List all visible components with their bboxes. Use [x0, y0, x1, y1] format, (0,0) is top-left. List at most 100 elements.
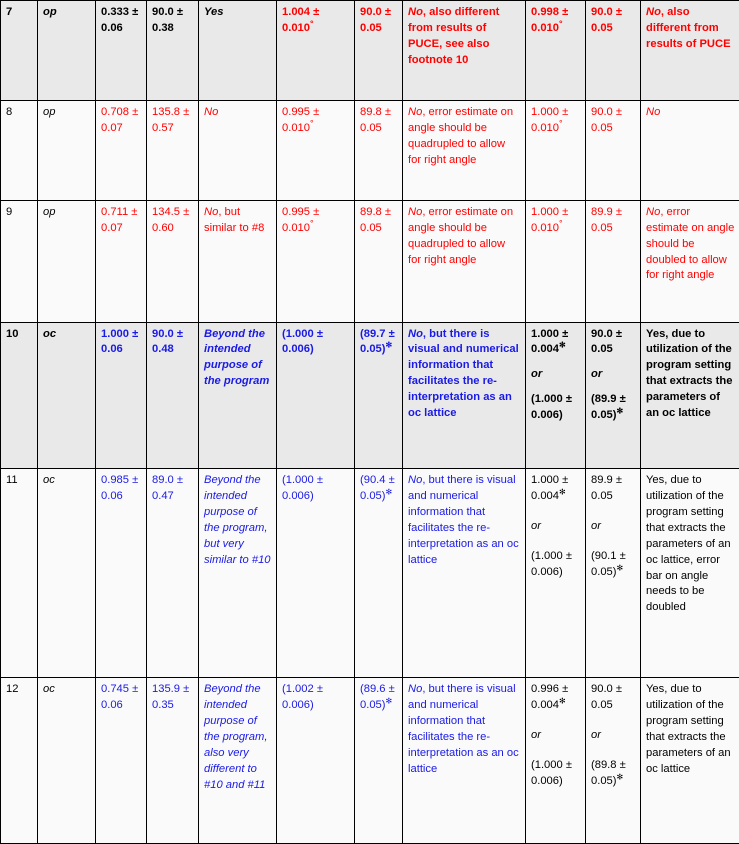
prog2-angle-primary: 89.9 ± 0.05: [591, 474, 623, 503]
table-row: 11 oc 0.985 ± 0.06 89.0 ± 0.47 Beyond th…: [0, 468, 739, 679]
lattice-type-value: oc: [43, 327, 57, 340]
cell-prog2-angle: 90.0 ± 0.05: [585, 99, 641, 201]
table-row: 9 op 0.711 ± 0.07 134.5 ± 0.60 No, but s…: [0, 199, 739, 323]
cell-prog2-angle: 89.9 ± 0.05 or (90.1 ± 0.05)✻: [585, 468, 641, 679]
cell-prog1-comment: No, error estimate on angle should be qu…: [402, 99, 526, 201]
cell-axial-ratio: 0.708 ± 0.07: [95, 99, 147, 201]
prog1-ratio-value: (1.002 ± 0.006): [282, 683, 323, 712]
cell-prog2-comment: Yes, due to utilization of the program s…: [640, 677, 739, 844]
prog2-ratio-or: or: [531, 729, 541, 742]
cell-axial-ratio: 1.000 ± 0.06: [95, 321, 147, 470]
cell-identified: Beyond the intended purpose of the progr…: [198, 468, 277, 679]
axial-ratio-value: 0.745 ± 0.06: [101, 683, 139, 712]
prog1-angle-value: 89.8 ± 0.05: [360, 205, 392, 234]
prog2-ratio-value: 0.998 ± 0.010°: [531, 6, 569, 34]
prog2-comment-rest: , due to utilization of the program sett…: [646, 327, 733, 420]
prog1-comment-rest: , error estimate on angle should be quad…: [408, 205, 514, 266]
cell-angle: 90.0 ± 0.38: [146, 0, 199, 101]
cell-prog1-angle: 89.8 ± 0.05: [354, 199, 403, 323]
cell-row-number: 7: [0, 0, 38, 101]
angle-value: 90.0 ± 0.38: [152, 6, 184, 34]
cell-prog1-ratio: 0.995 ± 0.010°: [276, 199, 355, 323]
cell-prog2-comment: No: [640, 99, 739, 201]
lattice-type-value: oc: [43, 683, 55, 696]
cell-prog1-angle: (89.6 ± 0.05)✻: [354, 677, 403, 844]
prog1-comment-rest: , but there is visual and numerical info…: [408, 474, 519, 566]
comparison-results-table: 7 op 0.333 ± 0.06 90.0 ± 0.38 Yes 1.004 …: [0, 0, 739, 844]
prog1-ratio-value: (1.000 ± 0.006): [282, 474, 323, 503]
prog2-ratio-or: or: [531, 519, 541, 532]
axial-ratio-value: 0.708 ± 0.07: [101, 105, 139, 134]
cell-prog2-comment: No, also different from results of PUCE: [640, 0, 739, 101]
cell-prog2-angle: 90.0 ± 0.05: [585, 0, 641, 101]
cell-angle: 89.0 ± 0.47: [146, 468, 199, 679]
prog1-comment-lead: No: [408, 6, 423, 18]
prog2-comment-lead: No: [646, 105, 661, 118]
row-number-value: 10: [6, 327, 19, 340]
prog2-ratio-primary: 0.996 ± 0.004✻: [531, 683, 569, 712]
identified-value: Beyond the intended purpose of the progr…: [204, 327, 270, 388]
cell-identified: Beyond the intended purpose of the progr…: [198, 677, 277, 844]
cell-prog2-ratio: 1.000 ± 0.010°: [525, 99, 586, 201]
cell-prog2-ratio: 1.000 ± 0.010°: [525, 199, 586, 323]
prog1-comment-rest: , but there is visual and numerical info…: [408, 683, 519, 775]
cell-angle: 134.5 ± 0.60: [146, 199, 199, 323]
cell-angle: 135.9 ± 0.35: [146, 677, 199, 844]
cell-lattice-type: op: [37, 199, 96, 323]
lattice-type-value: op: [43, 6, 57, 18]
cell-prog2-angle: 90.0 ± 0.05 or (89.8 ± 0.05)✻: [585, 677, 641, 844]
axial-ratio-value: 0.985 ± 0.06: [101, 474, 139, 503]
prog2-ratio-or: or: [531, 368, 543, 381]
cell-row-number: 12: [0, 677, 38, 844]
cell-prog1-ratio: (1.002 ± 0.006): [276, 677, 355, 844]
cell-row-number: 8: [0, 99, 38, 201]
prog1-comment-lead: No: [408, 474, 423, 487]
prog1-angle-value: 90.0 ± 0.05: [360, 6, 392, 34]
angle-value: 134.5 ± 0.60: [152, 205, 190, 234]
lattice-type-value: oc: [43, 474, 55, 487]
prog2-comment-lead: No: [646, 6, 661, 18]
cell-prog2-comment: No, error estimate on angle should be do…: [640, 199, 739, 323]
cell-row-number: 10: [0, 321, 38, 470]
cell-identified: Beyond the intended purpose of the progr…: [198, 321, 277, 470]
identified-value: Beyond the intended purpose of the progr…: [204, 683, 268, 791]
prog2-comment-lead: Yes: [646, 474, 665, 487]
cell-prog2-ratio: 0.998 ± 0.010°: [525, 0, 586, 101]
identified-value: No: [204, 105, 219, 118]
cell-row-number: 9: [0, 199, 38, 323]
cell-axial-ratio: 0.985 ± 0.06: [95, 468, 147, 679]
prog2-angle-or: or: [591, 729, 601, 742]
prog2-ratio-alt: (1.000 ± 0.006): [531, 759, 572, 788]
prog2-ratio-primary: 1.000 ± 0.004✻: [531, 327, 569, 356]
angle-value: 89.0 ± 0.47: [152, 474, 184, 503]
cell-angle: 90.0 ± 0.48: [146, 321, 199, 470]
cell-lattice-type: op: [37, 0, 96, 101]
lattice-type-value: op: [43, 205, 56, 218]
prog1-comment-lead: No: [408, 327, 423, 340]
cell-prog2-ratio: 0.996 ± 0.004✻ or (1.000 ± 0.006): [525, 677, 586, 844]
cell-prog2-ratio: 1.000 ± 0.004✻ or (1.000 ± 0.006): [525, 321, 586, 470]
row-number-value: 12: [6, 683, 19, 696]
cell-prog1-comment: No, but there is visual and numerical in…: [402, 677, 526, 844]
axial-ratio-value: 1.000 ± 0.06: [101, 327, 139, 356]
lattice-type-value: op: [43, 105, 56, 118]
prog2-ratio-value: 1.000 ± 0.010°: [531, 105, 569, 134]
prog1-ratio-value: 1.004 ± 0.010°: [282, 6, 320, 34]
cell-lattice-type: op: [37, 99, 96, 201]
cell-prog1-comment: No, but there is visual and numerical in…: [402, 321, 526, 470]
prog2-ratio-alt: (1.000 ± 0.006): [531, 549, 572, 578]
identified-lead: No: [204, 205, 219, 218]
prog1-comment-rest: , but there is visual and numerical info…: [408, 327, 519, 420]
row-number-value: 9: [6, 205, 13, 218]
cell-prog2-angle: 90.0 ± 0.05 or (89.9 ± 0.05)✻: [585, 321, 641, 470]
prog2-angle-alt: (89.8 ± 0.05)✻: [591, 759, 626, 788]
angle-value: 135.9 ± 0.35: [152, 683, 190, 712]
prog2-angle-value: 90.0 ± 0.05: [591, 6, 623, 34]
cell-axial-ratio: 0.711 ± 0.07: [95, 199, 147, 323]
cell-prog2-comment: Yes, due to utilization of the program s…: [640, 321, 739, 470]
cell-prog1-ratio: 1.004 ± 0.010°: [276, 0, 355, 101]
cell-prog1-comment: No, also different from results of PUCE,…: [402, 0, 526, 101]
prog2-comment-lead: Yes: [646, 327, 666, 340]
prog2-comment-rest: , due to utilization of the program sett…: [646, 683, 731, 775]
cell-prog1-comment: No, error estimate on angle should be qu…: [402, 199, 526, 323]
